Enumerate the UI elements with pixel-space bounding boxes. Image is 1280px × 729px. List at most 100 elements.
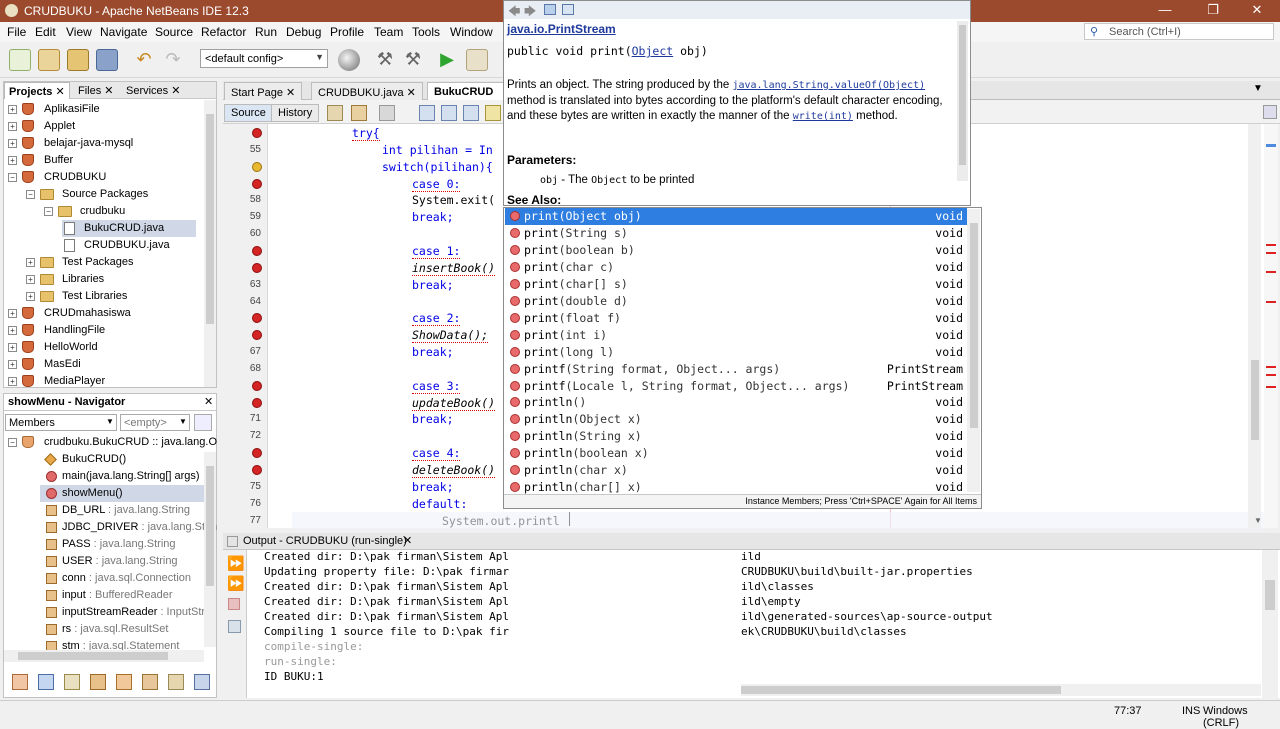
- last-edit-icon[interactable]: [327, 105, 343, 121]
- close-button[interactable]: ✕: [1234, 0, 1280, 22]
- redo-icon[interactable]: ↷: [162, 49, 184, 71]
- minimize-button[interactable]: —: [1142, 0, 1188, 22]
- new-file-icon[interactable]: [9, 49, 31, 71]
- navigator-scroll-thumb[interactable]: [206, 466, 214, 586]
- forward-arrow-icon[interactable]: 🡆: [524, 2, 536, 23]
- output-hscrollbar[interactable]: [741, 684, 1261, 696]
- javadoc-scrollbar[interactable]: [957, 21, 968, 181]
- completion-item[interactable]: println(char x) void: [505, 462, 967, 479]
- search-input[interactable]: ⚲ Search (Ctrl+I): [1084, 23, 1274, 40]
- tab-history[interactable]: History: [271, 104, 320, 122]
- error-marker-icon[interactable]: [252, 178, 262, 189]
- project-tree-item[interactable]: + Applet: [8, 118, 196, 135]
- filter-select[interactable]: <empty> ▼: [120, 414, 190, 431]
- clean-build-icon[interactable]: ⚒: [402, 49, 424, 71]
- filter-static-icon[interactable]: [64, 674, 80, 690]
- menu-navigate[interactable]: Navigate: [100, 25, 147, 39]
- completion-item[interactable]: println(Object x) void: [505, 411, 967, 428]
- expand-toggle-icon[interactable]: +: [26, 292, 35, 301]
- project-tree-item[interactable]: + HandlingFile: [8, 322, 196, 339]
- tabs-menu-icon[interactable]: ▼: [1253, 83, 1267, 97]
- project-tree-item[interactable]: + MasEdi: [8, 356, 196, 373]
- find-next-icon[interactable]: [463, 105, 479, 121]
- navigator-member[interactable]: rs : java.sql.ResultSet: [40, 621, 204, 638]
- completion-item[interactable]: print(double d) void: [505, 293, 967, 310]
- tab-source[interactable]: Source: [224, 104, 273, 122]
- project-tree-item[interactable]: + Buffer: [8, 152, 196, 169]
- error-marker-icon[interactable]: [252, 128, 262, 138]
- error-marker-icon[interactable]: [252, 245, 262, 256]
- project-tree-item[interactable]: − Source Packages: [26, 186, 196, 203]
- write-int-link[interactable]: write(int): [793, 111, 853, 122]
- navigator-member[interactable]: DB_URL : java.lang.String: [40, 502, 204, 519]
- expand-toggle-icon[interactable]: −: [8, 173, 17, 182]
- globe-icon[interactable]: [338, 49, 360, 71]
- menu-file[interactable]: File: [7, 25, 26, 39]
- editor-scroll-thumb[interactable]: [1251, 360, 1259, 440]
- menu-run[interactable]: Run: [255, 25, 277, 39]
- menu-tools[interactable]: Tools: [412, 25, 440, 39]
- project-tree-item[interactable]: + Test Libraries: [26, 288, 196, 305]
- navigator-scrollbar[interactable]: [204, 452, 216, 647]
- menu-window[interactable]: Window: [450, 25, 493, 39]
- tab-projects[interactable]: Projects ✕: [4, 82, 70, 99]
- expand-toggle-icon[interactable]: +: [26, 258, 35, 267]
- undo-icon[interactable]: ↶: [133, 49, 155, 71]
- sort-by-source-icon[interactable]: [168, 674, 184, 690]
- expand-toggle-icon[interactable]: +: [8, 122, 17, 131]
- project-tree-item[interactable]: + HelloWorld: [8, 339, 196, 356]
- tab-files[interactable]: Files ✕: [74, 82, 118, 99]
- menu-refactor[interactable]: Refactor: [201, 25, 246, 39]
- filter-fields-icon[interactable]: [38, 674, 54, 690]
- stop-icon[interactable]: [228, 598, 240, 610]
- expand-toggle-icon[interactable]: +: [8, 377, 17, 386]
- expand-toggle-icon[interactable]: +: [8, 360, 17, 369]
- open-project-icon[interactable]: [67, 49, 89, 71]
- projects-scroll-thumb[interactable]: [206, 114, 214, 324]
- error-marker-icon[interactable]: [252, 397, 262, 408]
- projects-scrollbar[interactable]: [204, 100, 216, 387]
- expand-toggle-icon[interactable]: +: [8, 309, 17, 318]
- expand-toggle-icon[interactable]: +: [8, 105, 17, 114]
- completion-item[interactable]: print(Object obj) void: [505, 208, 967, 225]
- filter-inherited-icon[interactable]: [12, 674, 28, 690]
- chevron-down-icon[interactable]: ▼: [1254, 516, 1262, 525]
- expand-toggle-icon[interactable]: +: [8, 156, 17, 165]
- completion-item[interactable]: println(boolean x) void: [505, 445, 967, 462]
- tab-services[interactable]: Services ✕: [122, 82, 184, 99]
- completion-item[interactable]: print(long l) void: [505, 344, 967, 361]
- navigator-hscroll-thumb[interactable]: [18, 652, 168, 660]
- completion-item[interactable]: print(String s) void: [505, 225, 967, 242]
- debug-icon[interactable]: [466, 49, 488, 71]
- project-tree-item[interactable]: + MediaPlayer: [8, 373, 196, 390]
- project-tree-item[interactable]: + Libraries: [26, 271, 196, 288]
- sort-by-name-icon[interactable]: [142, 674, 158, 690]
- output-scrollbar[interactable]: [1262, 550, 1278, 698]
- editor-scrollbar[interactable]: [1248, 124, 1261, 528]
- tab-start-page[interactable]: Start Page ✕: [224, 82, 303, 100]
- completion-scrollbar[interactable]: [967, 209, 980, 492]
- line-endings[interactable]: Windows (CRLF): [1203, 705, 1280, 729]
- project-tree-item[interactable]: + belajar-java-mysql: [8, 135, 196, 152]
- navigator-member[interactable]: inputStreamReader : InputStre: [40, 604, 211, 621]
- completion-item[interactable]: print(float f) void: [505, 310, 967, 327]
- project-tree-item[interactable]: − crudbuku: [44, 203, 196, 220]
- config-select[interactable]: <default config> ▼: [200, 49, 328, 68]
- javadoc-class-link[interactable]: java.io.PrintStream: [507, 22, 616, 36]
- expand-toggle-icon[interactable]: +: [26, 275, 35, 284]
- navigator-member[interactable]: main(java.lang.String[] args): [40, 468, 204, 485]
- navigator-member[interactable]: conn : java.sql.Connection: [40, 570, 204, 587]
- navigator-member[interactable]: BukuCRUD(): [40, 451, 204, 468]
- settings-icon[interactable]: [228, 620, 241, 633]
- menu-edit[interactable]: Edit: [35, 25, 56, 39]
- menu-view[interactable]: View: [66, 25, 92, 39]
- completion-item[interactable]: printf(String format, Object... args) Pri…: [505, 361, 967, 378]
- completion-item[interactable]: print(int i) void: [505, 327, 967, 344]
- expand-toggle-icon[interactable]: −: [44, 207, 53, 216]
- expand-toggle-icon[interactable]: +: [8, 139, 17, 148]
- error-marker-icon[interactable]: [252, 262, 262, 273]
- output-close-icon[interactable]: ✕: [403, 534, 412, 547]
- completion-item[interactable]: print(char[] s) void: [505, 276, 967, 293]
- save-all-icon[interactable]: [96, 49, 118, 71]
- show-fqn-icon[interactable]: [194, 674, 210, 690]
